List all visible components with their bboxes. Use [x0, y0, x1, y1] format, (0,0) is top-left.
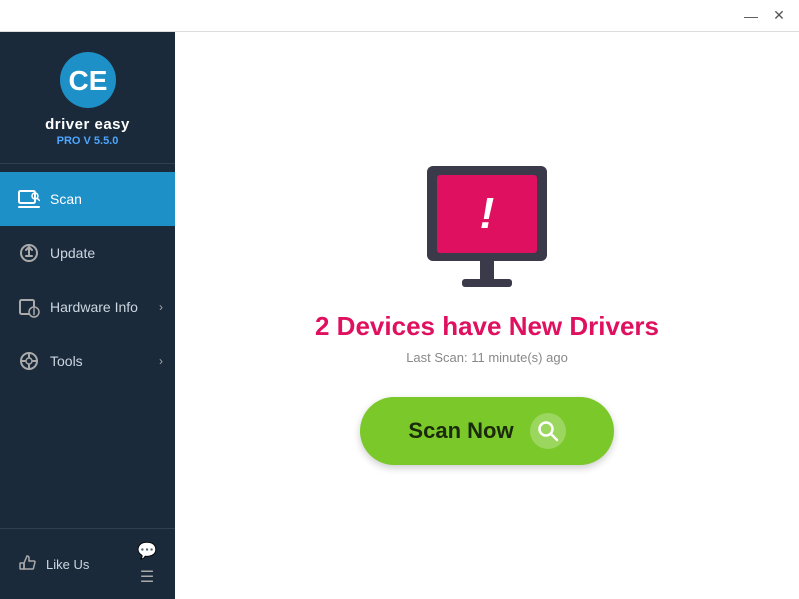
sidebar-item-scan[interactable]: Scan [0, 172, 175, 226]
hardware-info-chevron-icon: › [159, 300, 163, 314]
scan-now-search-icon [530, 413, 566, 449]
app-logo-icon: CE [60, 52, 116, 108]
footer-extra-icons: 💬 ☰ [137, 541, 157, 587]
headline: 2 Devices have New Drivers [315, 311, 659, 342]
chat-icon[interactable]: 💬 [137, 541, 157, 561]
titlebar: — ✕ [0, 0, 799, 32]
close-button[interactable]: ✕ [767, 4, 791, 28]
thumbs-up-icon [18, 554, 38, 574]
tools-chevron-icon: › [159, 354, 163, 368]
monitor-base [462, 279, 512, 287]
svg-text:CE: CE [68, 65, 107, 96]
app-version: PRO V 5.5.0 [57, 135, 119, 147]
monitor-stand [480, 261, 494, 279]
sidebar: CE driver easy PRO V 5.5.0 Scan [0, 32, 175, 599]
sidebar-item-tools[interactable]: Tools › [0, 334, 175, 388]
scan-now-label: Scan Now [408, 418, 513, 444]
hardware-info-nav-icon [18, 296, 40, 318]
alert-exclamation-icon: ! [480, 192, 495, 236]
scan-nav-label: Scan [50, 191, 82, 207]
monitor-screen: ! [437, 175, 537, 253]
monitor-body: ! [427, 166, 547, 261]
sidebar-footer: Like Us 💬 ☰ [0, 528, 175, 599]
scan-now-button[interactable]: Scan Now [360, 397, 613, 465]
last-scan-text: Last Scan: 11 minute(s) ago [406, 350, 568, 365]
monitor-illustration: ! [427, 166, 547, 287]
app-name: driver easy [45, 116, 130, 133]
sidebar-nav: Scan Update [0, 164, 175, 528]
main-content: ! 2 Devices have New Drivers Last Scan: … [175, 32, 799, 599]
scan-nav-icon [18, 188, 40, 210]
tools-nav-label: Tools [50, 353, 83, 369]
minimize-button[interactable]: — [739, 4, 763, 28]
app-body: CE driver easy PRO V 5.5.0 Scan [0, 32, 799, 599]
sidebar-header: CE driver easy PRO V 5.5.0 [0, 32, 175, 164]
sidebar-item-hardware-info[interactable]: Hardware Info › [0, 280, 175, 334]
list-icon[interactable]: ☰ [140, 567, 154, 587]
like-us-button[interactable]: Like Us [18, 554, 89, 574]
update-nav-label: Update [50, 245, 95, 261]
sidebar-item-update[interactable]: Update [0, 226, 175, 280]
update-nav-icon [18, 242, 40, 264]
like-us-label: Like Us [46, 557, 89, 572]
tools-nav-icon [18, 350, 40, 372]
hardware-info-nav-label: Hardware Info [50, 299, 138, 315]
